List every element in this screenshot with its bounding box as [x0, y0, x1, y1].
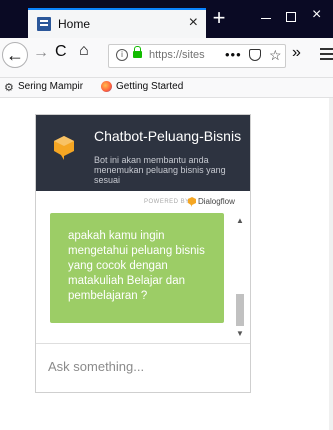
bookmark-getting-started[interactable]: Getting Started — [116, 81, 183, 92]
message-scrollbar[interactable]: ▲ ▼ — [234, 216, 246, 341]
overflow-menu-button[interactable]: » — [292, 44, 301, 62]
page-scrollbar[interactable] — [329, 98, 333, 430]
address-bar[interactable]: i https://sites ••• ☆ — [108, 44, 286, 68]
dialogflow-icon — [188, 197, 196, 207]
tab-home[interactable]: Home × — [28, 8, 206, 38]
forward-button[interactable]: → — [33, 44, 49, 62]
bot-message-bubble: apakah kamu ingin mengetahui peluang bis… — [50, 213, 224, 323]
tab-close-icon[interactable]: × — [189, 14, 198, 32]
bookmark-star-icon[interactable]: ☆ — [269, 47, 282, 64]
reload-button[interactable]: C — [55, 43, 67, 61]
title-bar: Home × + × — [0, 0, 333, 38]
dialogflow-label[interactable]: Dialogflow — [198, 197, 235, 206]
powered-by-row: POWERED BY Dialogflow — [36, 191, 250, 214]
bookmarks-toolbar: ⚙ Sering Mampir Getting Started — [0, 78, 333, 98]
minimize-button[interactable] — [258, 10, 274, 26]
new-tab-button[interactable]: + — [207, 6, 231, 32]
scroll-up-icon[interactable]: ▲ — [236, 216, 244, 225]
page-actions-button[interactable]: ••• — [225, 47, 242, 62]
window-close-button[interactable]: × — [312, 6, 321, 24]
scrollbar-thumb[interactable] — [236, 294, 244, 326]
browser-window: Home × + × ← → C ⌂ i https://sites ••• ☆… — [0, 0, 333, 430]
navigation-bar: ← → C ⌂ i https://sites ••• ☆ » — [0, 38, 333, 78]
pocket-icon[interactable] — [249, 49, 261, 61]
info-icon[interactable]: i — [116, 49, 128, 61]
url-text[interactable]: https://sites — [149, 49, 205, 61]
tab-title: Home — [58, 17, 91, 31]
chat-input[interactable] — [48, 354, 238, 378]
hamburger-menu-icon[interactable] — [320, 48, 333, 50]
lock-icon — [133, 46, 142, 58]
chatbot-widget: Chatbot-Peluang-Bisnis Bot ini akan memb… — [35, 114, 251, 393]
home-button[interactable]: ⌂ — [79, 42, 89, 60]
page-favicon-icon — [37, 17, 51, 31]
message-list[interactable]: apakah kamu ingin mengetahui peluang bis… — [36, 213, 250, 343]
maximize-button[interactable] — [286, 12, 296, 22]
chatbot-description: Bot ini akan membantu anda menemukan pel… — [94, 155, 226, 185]
back-button[interactable]: ← — [2, 42, 28, 68]
bookmark-sering-mampir[interactable]: Sering Mampir — [18, 81, 83, 92]
chatbot-title: Chatbot-Peluang-Bisnis — [94, 128, 242, 144]
page-content: Chatbot-Peluang-Bisnis Bot ini akan memb… — [0, 98, 333, 430]
firefox-icon — [101, 81, 112, 92]
bot-avatar-icon — [54, 136, 74, 160]
powered-by-label: POWERED BY — [144, 199, 190, 205]
scroll-down-icon[interactable]: ▼ — [236, 329, 244, 338]
chat-input-area — [36, 343, 250, 392]
gear-icon: ⚙ — [4, 82, 14, 94]
chat-header: Chatbot-Peluang-Bisnis Bot ini akan memb… — [36, 115, 250, 191]
